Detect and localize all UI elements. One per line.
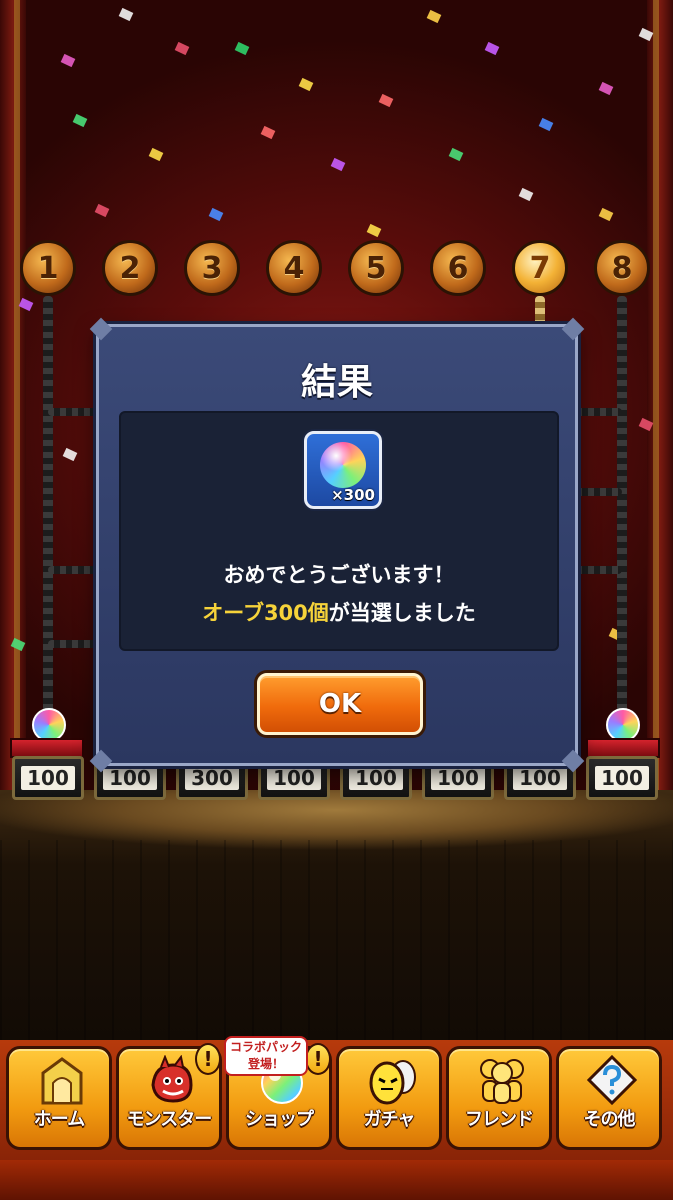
nav-monster-label: モンスター	[126, 1109, 213, 1130]
prize-orb-icon	[606, 708, 640, 742]
confetti	[60, 53, 76, 68]
prize-orb-icon	[32, 708, 66, 742]
prize-cup	[10, 738, 84, 758]
curtain-trim	[653, 0, 659, 820]
result-dialog: 結果 ×300 おめでとうございます！ オーブ300個が当選しました OK	[89, 317, 585, 773]
slot-number-ball: 2	[102, 240, 158, 296]
prize-amount: 100	[431, 766, 485, 790]
prize-amount: 100	[21, 766, 75, 790]
confetti	[366, 223, 382, 238]
nav-friend-button[interactable]: フレンド	[446, 1046, 552, 1150]
confetti	[598, 81, 614, 96]
nav-gacha-label: ガチャ	[363, 1109, 416, 1130]
confetti	[72, 113, 88, 128]
congrats-message: おめでとうございます！	[223, 563, 455, 587]
confetti	[148, 147, 164, 162]
ladder-pole	[43, 296, 53, 736]
result-panel: ×300 おめでとうございます！ オーブ300個が当選しました	[119, 411, 559, 651]
nav-home-button[interactable]: ホーム	[6, 1046, 112, 1150]
win-message-suffix: が当選しました	[328, 601, 476, 625]
prize-pedestal: 100	[12, 756, 84, 800]
home-gate-icon	[41, 1057, 83, 1105]
confetti	[298, 77, 314, 92]
slot-number-ball: 5	[348, 240, 404, 296]
curtain-left	[0, 0, 26, 820]
slot-number-ball-selected: 7	[512, 240, 568, 296]
alert-icon: !	[305, 1043, 331, 1075]
slot-number-ball: 4	[266, 240, 322, 296]
reward-item: ×300	[304, 431, 382, 509]
nav-gacha-button[interactable]: ガチャ	[336, 1046, 442, 1150]
confetti	[598, 207, 614, 222]
confetti	[118, 7, 134, 22]
nav-friend-label: フレンド	[465, 1109, 534, 1130]
confetti	[538, 117, 554, 132]
confetti	[62, 447, 78, 462]
win-message: オーブ300個が当選しました	[121, 597, 557, 627]
stage-floor-pattern	[0, 840, 673, 1040]
confetti	[208, 207, 224, 222]
prize-cup	[586, 738, 660, 758]
prize-amount: 300	[185, 766, 239, 790]
friends-icon	[480, 1059, 524, 1104]
prize-amount: 100	[267, 766, 321, 790]
confetti	[518, 187, 534, 202]
nav-shop-label: ショップ	[245, 1109, 314, 1130]
ladder-rung	[48, 566, 98, 574]
slot-number-ball: 1	[20, 240, 76, 296]
dialog-title: 結果	[300, 362, 373, 403]
question-diamond-icon	[587, 1055, 637, 1105]
slot-number-ball: 8	[594, 240, 650, 296]
win-prize-highlight: オーブ300個	[202, 601, 329, 625]
confetti	[426, 9, 442, 24]
ladder-rung	[576, 488, 622, 496]
ok-button[interactable]: OK	[257, 673, 423, 735]
confetti	[234, 41, 250, 56]
collab-badge-line2: 登場！	[247, 1057, 284, 1071]
nav-monster-button[interactable]: ! モンスター	[116, 1043, 222, 1150]
confetti	[378, 93, 394, 108]
confetti	[484, 41, 500, 56]
curtain-trim	[14, 0, 20, 820]
ladder-rung	[48, 640, 98, 648]
prize-amount: 100	[595, 766, 649, 790]
slot-number-ball: 3	[184, 240, 240, 296]
nav-home-label: ホーム	[33, 1109, 85, 1130]
alert-icon: !	[195, 1043, 221, 1075]
ladder-rung	[576, 566, 622, 574]
confetti	[448, 147, 464, 162]
collab-badge-line1: コラボパック	[229, 1040, 302, 1054]
prize-amount: 100	[349, 766, 403, 790]
collab-pack-badge: コラボパック 登場！	[224, 1036, 308, 1076]
prize-amount: 100	[103, 766, 157, 790]
bottom-nav-base	[0, 1160, 673, 1200]
red-dragon-icon	[151, 1055, 193, 1103]
confetti	[174, 41, 190, 56]
reward-quantity: ×300	[331, 486, 375, 504]
prize-pedestal: 100	[586, 756, 658, 800]
nav-other-label: その他	[583, 1109, 636, 1130]
confetti	[260, 125, 276, 140]
prize-amount: 100	[513, 766, 567, 790]
yellow-egg-icon	[369, 1060, 416, 1105]
slot-number-ball: 6	[430, 240, 486, 296]
ladder-pole	[617, 296, 627, 736]
rainbow-orb-icon	[320, 442, 366, 488]
ladder-rung	[48, 408, 98, 416]
curtain-right	[647, 0, 673, 820]
confetti	[94, 203, 110, 218]
confetti	[330, 157, 346, 172]
nav-other-button[interactable]: その他	[556, 1046, 662, 1150]
ladder-rung	[576, 408, 622, 416]
